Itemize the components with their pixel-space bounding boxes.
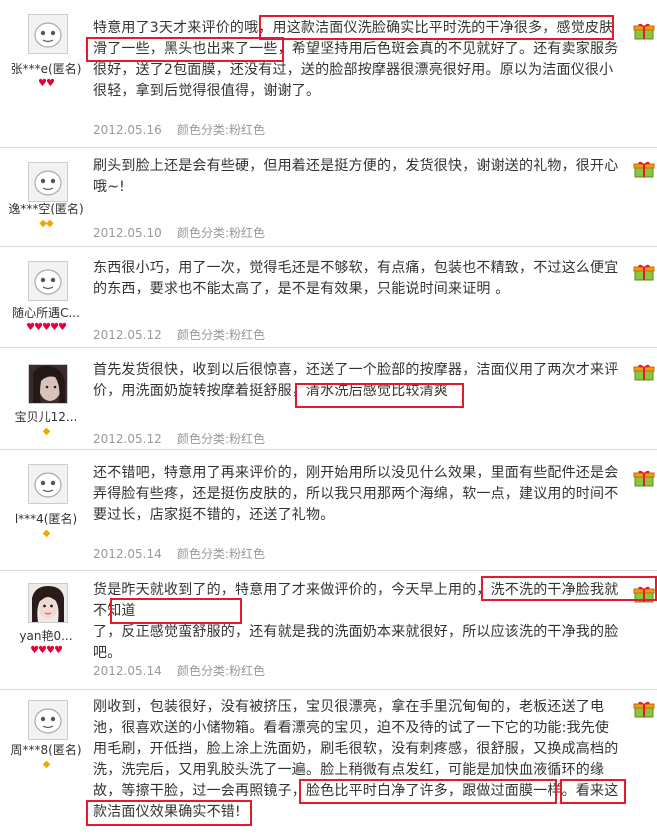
review-date: 2012.05.14 [93,547,162,561]
review-line: 刚收到，包装很好，没有被挤压，宝贝很漂亮，拿在手里沉甸甸的，老板还送了电 [93,699,605,715]
review-line: 东西很小巧，用了一次，觉得毛还是不够软，有点痛，包装也不精致，不过这么便宜 [93,260,619,276]
review-date: 2012.05.14 [93,664,162,678]
avatar-photo-icon[interactable] [28,583,68,623]
review-date: 2012.05.12 [93,432,162,446]
review-line: 用毛刷，开低挡，脸上涂上洗面奶，刷毛很软，没有刺疼感，很舒服，又换成高档的 [93,741,619,757]
review-content: 东西很小巧，用了一次，觉得毛还是不够软，有点痛，包装也不精致，不过这么便宜 的东… [93,258,623,300]
username[interactable]: 张***e(匿名) [0,60,92,77]
review-item: yan艳0... ♥♥♥♥ 货是昨天就收到了的，特意用了才来做评价的，今天早上用… [0,571,657,690]
review-content: 刷头到脸上还是会有些硬，但用着还是挺方便的，发货很快，谢谢送的礼物，很开心 哦~… [93,156,623,198]
rank-heart-icon: ♥♥♥♥♥ [26,322,67,333]
review-line: 的东西，要求也不能太高了，是不是有效果，只能说时间来证明 。 [93,281,510,297]
avatar-default-icon[interactable] [28,261,68,301]
review-meta: 2012.05.14 颜色分类:粉红色 [93,662,265,679]
highlight-box [295,383,464,408]
review-line: 池，很喜欢送的小储物箱。看看漂亮的宝贝，迫不及待的试了一下它的功能:我先使 [93,720,610,736]
review-line: 吧。 [93,645,122,661]
highlight-box [86,37,284,62]
avatar-default-icon[interactable] [28,700,68,740]
review-date: 2012.05.10 [93,226,162,240]
username[interactable]: 宝贝儿12... [0,408,92,425]
highlight-box [560,779,626,804]
avatar-default-icon[interactable] [28,162,68,202]
username[interactable]: 逸***空(匿名) [0,200,92,217]
review-line: 很好，送了2包面膜，还没有过，送的脸部按摩器很漂亮很好用。原以为洁面仪很小 [93,62,614,78]
review-content: 还不错吧，特意用了再来评价的，刚开始用所以没见什么效果，里面有些配件还是会 弄得… [93,463,623,526]
review-meta: 2012.05.14 颜色分类:粉红色 [93,545,265,562]
review-item: 宝贝儿12... ◆ 首先发货很快，收到以后很惊喜，还送了一个脸部的按摩器，洁面… [0,348,657,450]
rank-heart-icon: ♥♥♥♥ [30,645,63,656]
avatar-default-icon[interactable] [28,464,68,504]
avatar-photo-icon[interactable] [28,364,68,404]
review-date: 2012.05.12 [93,328,162,342]
highlight-box [299,779,557,804]
username[interactable]: 随心所遇C... [0,304,92,321]
highlight-box [481,576,657,601]
review-line: 弄得脸有些疼，还是挺伤皮肤的，所以我只用那两个海绵，软一点，建议用的时间不 [93,486,619,502]
color-category: 颜色分类:粉红色 [177,226,266,240]
rank-diamond-icon: ◆◆ [39,218,53,229]
color-category: 颜色分类:粉红色 [177,547,266,561]
review-line: 要过长，店家挺不错的，还送了礼物。 [93,507,335,523]
highlight-box [86,800,252,826]
username[interactable]: yan艳0... [0,627,92,644]
review-item: 逸***空(匿名) ◆◆ 刷头到脸上还是会有些硬，但用着还是挺方便的，发货很快，… [0,148,657,247]
username[interactable]: l***4(匿名) [0,510,92,527]
gift-box-icon[interactable] [633,22,655,40]
review-line: 还不错吧，特意用了再来评价的，刚开始用所以没见什么效果，里面有些配件还是会 [93,465,619,481]
highlight-box [259,15,614,40]
review-line: 很轻，拿到后觉得很值得，谢谢了。 [93,83,321,99]
review-item: 随心所遇C... ♥♥♥♥♥ 东西很小巧，用了一次，觉得毛还是不够软，有点痛，包… [0,247,657,348]
color-category: 颜色分类:粉红色 [177,328,266,342]
gift-box-icon[interactable] [633,700,655,718]
review-meta: 2012.05.16 颜色分类:粉红色 [93,121,265,138]
username[interactable]: 周***8(匿名) [0,741,92,758]
review-item: l***4(匿名) ◆ 还不错吧，特意用了再来评价的，刚开始用所以没见什么效果，… [0,450,657,571]
review-meta: 2012.05.10 颜色分类:粉红色 [93,224,265,241]
gift-box-icon[interactable] [633,263,655,281]
review-meta: 2012.05.12 颜色分类:粉红色 [93,430,265,447]
review-meta: 2012.05.12 颜色分类:粉红色 [93,326,265,343]
review-item: 张***e(匿名) ♥♥ 特意用了3天才来评价的哦，用这款洁面仪洗脸确实比平时洗… [0,0,657,148]
rank-diamond-icon: ◆ [42,759,51,770]
highlight-box [110,598,242,624]
gift-box-icon[interactable] [633,363,655,381]
rank-diamond-icon: ◆ [42,426,51,437]
review-line: 了，反正感觉蛮舒服的，还有就是我的洗面奶本来就很好，所以应该洗的干净我的脸 [93,624,619,640]
rank-heart-icon: ♥♥ [38,78,55,89]
color-category: 颜色分类:粉红色 [177,432,266,446]
gift-box-icon[interactable] [633,160,655,178]
review-date: 2012.05.16 [93,123,162,137]
avatar-default-icon[interactable] [28,14,68,54]
rank-diamond-icon: ◆ [42,528,51,539]
review-line: 洗，洗完后，又用乳胶头洗了一遍。脸上稍微有点发红，可能是加快血液循环的缘 [93,762,605,778]
color-category: 颜色分类:粉红色 [177,664,266,678]
review-line: 刷头到脸上还是会有些硬，但用着还是挺方便的，发货很快，谢谢送的礼物，很开心 [93,158,619,174]
color-category: 颜色分类:粉红色 [177,123,266,137]
review-line: 首先发货很快，收到以后很惊喜，还送了一个脸部的按摩器，洁面仪用了两次才来评 [93,362,619,378]
review-line: 哦~! [93,179,125,195]
gift-box-icon[interactable] [633,469,655,487]
review-item: 周***8(匿名) ◆ 刚收到，包装很好，没有被挤压，宝贝很漂亮，拿在手里沉甸甸… [0,690,657,835]
